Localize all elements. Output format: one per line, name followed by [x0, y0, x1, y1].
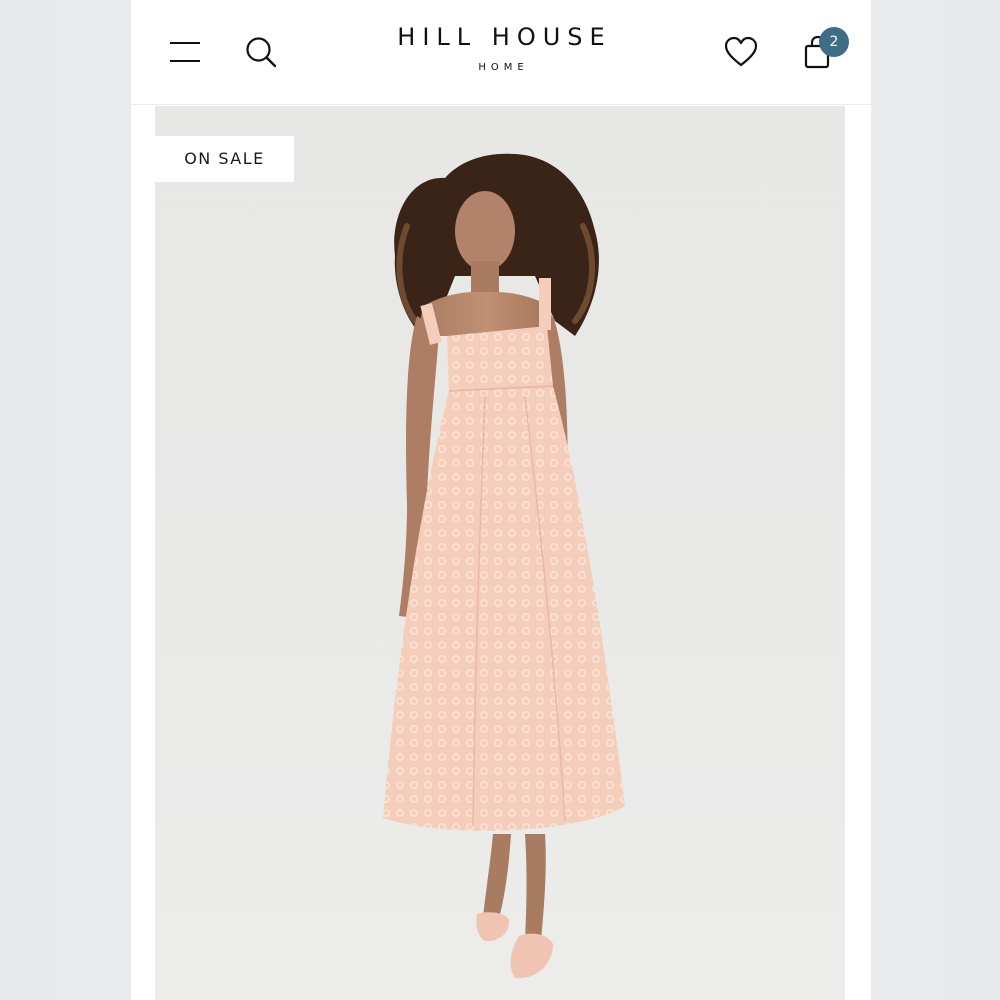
brand-subtitle: HOME [478, 62, 529, 73]
on-sale-badge: ON SALE [155, 136, 294, 182]
site-header: HILL HOUSE HOME 2 [131, 0, 871, 105]
cart-count-badge: 2 [819, 27, 849, 57]
left-gutter [131, 106, 155, 1000]
mobile-page: HILL HOUSE HOME 2 ON SALE [131, 0, 871, 1000]
heart-icon[interactable] [724, 36, 758, 68]
product-hero-image[interactable]: ON SALE [155, 106, 845, 1000]
right-gutter [845, 106, 869, 1000]
search-icon[interactable] [245, 36, 277, 68]
brand-name: HILL HOUSE [397, 23, 612, 51]
hamburger-menu-icon[interactable] [169, 40, 201, 64]
model-photo [383, 153, 625, 979]
brand-logo[interactable]: HILL HOUSE HOME [351, 22, 651, 74]
